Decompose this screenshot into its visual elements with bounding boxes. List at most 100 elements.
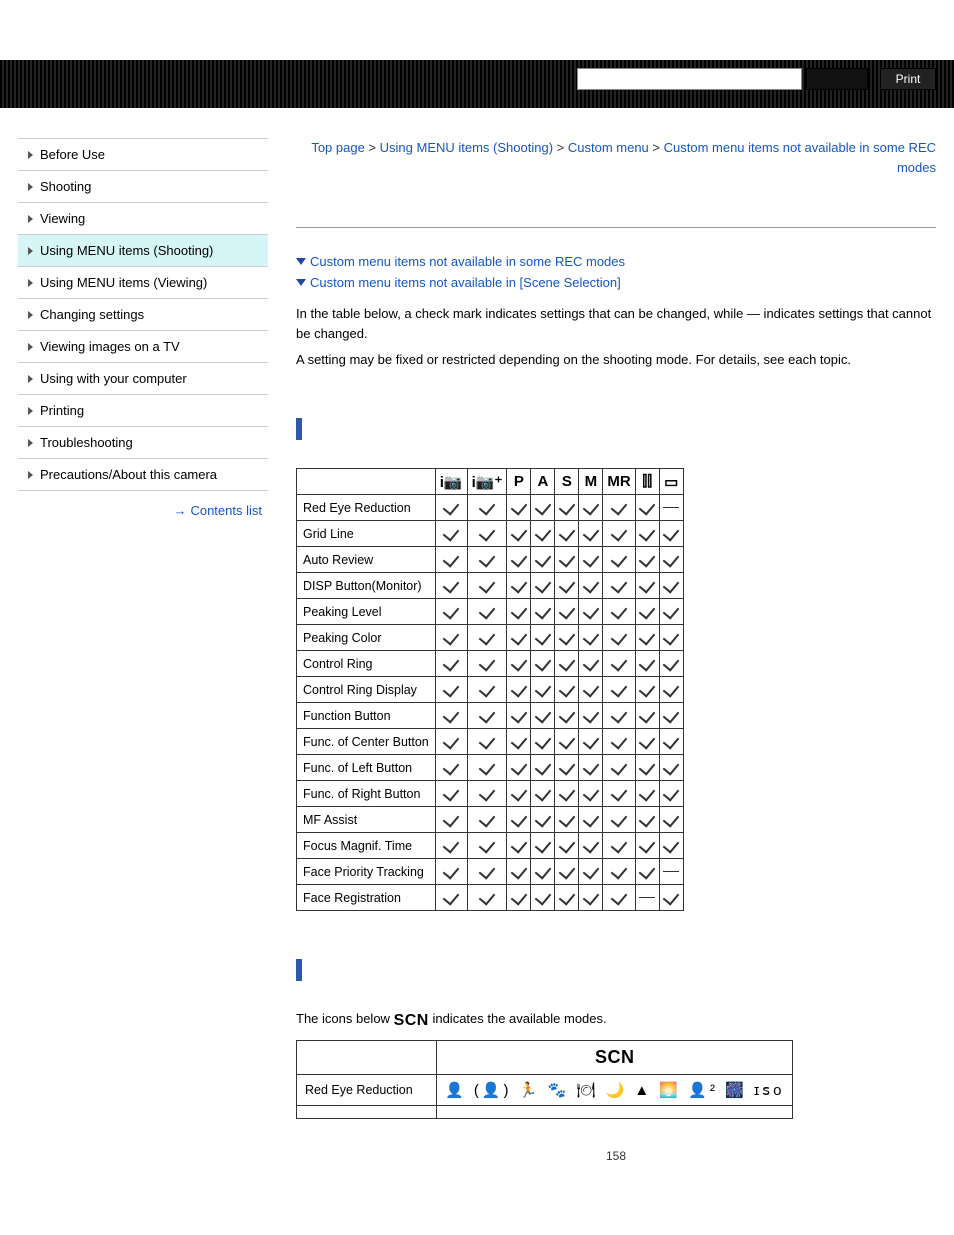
check-icon [635, 703, 659, 729]
mode-header-iAuto+: i📷⁺ [467, 469, 507, 495]
check-icon [579, 573, 603, 599]
check-icon [555, 677, 579, 703]
row-label: Control Ring Display [297, 677, 436, 703]
anchor-link-1[interactable]: Custom menu items not available in [Scen… [310, 275, 621, 290]
check-icon [659, 729, 683, 755]
check-icon [531, 781, 555, 807]
check-icon [435, 859, 467, 885]
check-icon [467, 729, 507, 755]
contents-list-link[interactable]: Contents list [190, 503, 262, 518]
check-icon [603, 703, 635, 729]
check-icon [659, 677, 683, 703]
check-icon [555, 495, 579, 521]
check-icon [507, 651, 531, 677]
breadcrumb-link-3[interactable]: Custom menu items not available in some … [664, 140, 936, 175]
check-icon [579, 703, 603, 729]
check-icon [555, 755, 579, 781]
check-icon [531, 651, 555, 677]
check-icon [659, 573, 683, 599]
check-icon [467, 703, 507, 729]
check-icon [555, 781, 579, 807]
row-label: Func. of Center Button [297, 729, 436, 755]
check-icon [507, 755, 531, 781]
check-icon [579, 547, 603, 573]
check-icon [579, 625, 603, 651]
check-icon [635, 521, 659, 547]
check-icon [603, 599, 635, 625]
sidebar-item-6[interactable]: Viewing images on a TV [18, 330, 268, 362]
sidebar-item-8[interactable]: Printing [18, 394, 268, 426]
check-icon [435, 573, 467, 599]
check-icon [507, 703, 531, 729]
check-icon [635, 495, 659, 521]
check-icon [507, 625, 531, 651]
sidebar-item-0[interactable]: Before Use [18, 138, 268, 170]
check-icon [603, 651, 635, 677]
check-icon [635, 729, 659, 755]
check-icon [603, 729, 635, 755]
breadcrumb: Top page > Using MENU items (Shooting) >… [296, 138, 936, 177]
check-icon [555, 859, 579, 885]
check-icon [555, 833, 579, 859]
check-icon [659, 781, 683, 807]
check-icon [603, 625, 635, 651]
check-icon [467, 833, 507, 859]
search-button[interactable] [806, 68, 868, 90]
print-button[interactable]: Print [880, 68, 936, 90]
check-icon [603, 885, 635, 911]
check-icon [467, 547, 507, 573]
sidebar-item-1[interactable]: Shooting [18, 170, 268, 202]
check-icon [531, 729, 555, 755]
scn-icon: SCN [394, 1012, 429, 1029]
check-icon [467, 781, 507, 807]
breadcrumb-link-1[interactable]: Using MENU items (Shooting) [380, 140, 553, 155]
check-icon [579, 781, 603, 807]
intro-text-1: In the table below, a check mark indicat… [296, 304, 936, 344]
check-icon [507, 781, 531, 807]
check-icon [555, 599, 579, 625]
scn-intro: The icons below SCN indicates the availa… [296, 1009, 936, 1034]
section-marker-icon [296, 959, 302, 981]
sidebar-item-3[interactable]: Using MENU items (Shooting) [18, 234, 268, 266]
mode-header-MR: MR [603, 469, 635, 495]
check-icon [531, 807, 555, 833]
check-icon [507, 599, 531, 625]
sidebar-item-7[interactable]: Using with your computer [18, 362, 268, 394]
row-label: Red Eye Reduction [297, 495, 436, 521]
check-icon [635, 755, 659, 781]
check-icon [507, 677, 531, 703]
mode-header-A: A [531, 469, 555, 495]
anchor-link-0[interactable]: Custom menu items not available in some … [310, 254, 625, 269]
check-icon [635, 599, 659, 625]
breadcrumb-link-0[interactable]: Top page [311, 140, 365, 155]
check-icon [579, 859, 603, 885]
check-icon [467, 755, 507, 781]
mode-header-Movie: ▭ [659, 469, 683, 495]
check-icon [579, 651, 603, 677]
sidebar-item-4[interactable]: Using MENU items (Viewing) [18, 266, 268, 298]
triangle-down-icon [296, 258, 306, 265]
check-icon [507, 807, 531, 833]
check-icon [603, 781, 635, 807]
check-icon [435, 833, 467, 859]
sidebar-item-5[interactable]: Changing settings [18, 298, 268, 330]
row-label: Auto Review [297, 547, 436, 573]
sidebar-item-9[interactable]: Troubleshooting [18, 426, 268, 458]
check-icon [579, 729, 603, 755]
check-icon [659, 599, 683, 625]
check-icon [435, 625, 467, 651]
check-icon [579, 599, 603, 625]
check-icon [435, 677, 467, 703]
check-icon [579, 521, 603, 547]
sidebar-item-10[interactable]: Precautions/About this camera [18, 458, 268, 490]
search-input[interactable] [577, 68, 802, 90]
breadcrumb-link-2[interactable]: Custom menu [568, 140, 649, 155]
check-icon [531, 573, 555, 599]
check-icon [435, 781, 467, 807]
sidebar-item-2[interactable]: Viewing [18, 202, 268, 234]
check-icon [603, 755, 635, 781]
check-icon [531, 755, 555, 781]
mode-header-Sweep: ⫿⫿ [635, 469, 659, 495]
check-icon [659, 885, 683, 911]
dash-icon [635, 885, 659, 911]
